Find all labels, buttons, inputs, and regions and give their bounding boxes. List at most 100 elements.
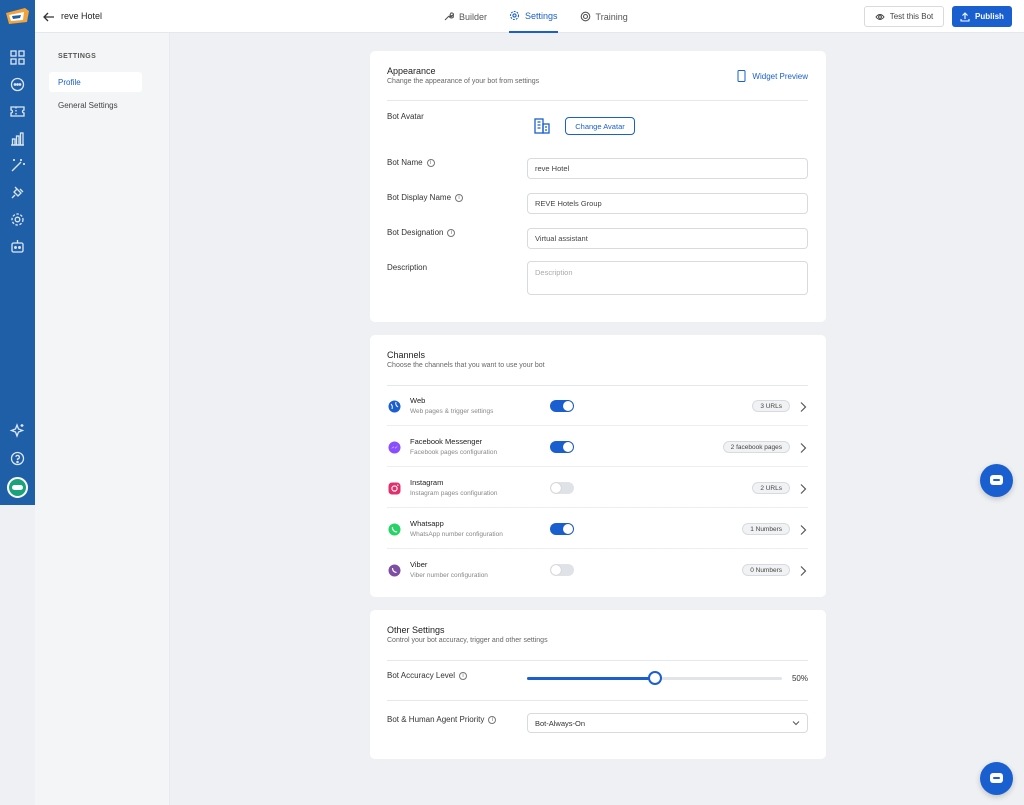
channels-title: Channels: [387, 350, 426, 360]
designation-input[interactable]: [527, 228, 808, 249]
channel-row[interactable]: Whatsapp WhatsApp number configuration 1 N…: [387, 509, 808, 549]
tab-training[interactable]: Training: [580, 0, 628, 33]
dashboard-icon[interactable]: [9, 49, 26, 66]
designation-text: Bot Designation: [387, 228, 444, 237]
other-settings-title: Other Settings: [387, 625, 445, 635]
divider: [387, 660, 808, 661]
left-rail: [0, 0, 35, 505]
messenger-icon: [388, 441, 401, 454]
accuracy-label: Bot Accuracy Level i: [387, 671, 468, 680]
appearance-subtitle: Change the appearance of your bot from s…: [387, 78, 540, 85]
settings-gear-icon[interactable]: [9, 211, 26, 228]
eye-icon: [875, 13, 885, 20]
analytics-icon[interactable]: [9, 130, 26, 147]
whatsapp-icon: [388, 523, 401, 536]
settings-sidebar: SETTINGS Profile General Settings: [35, 33, 170, 805]
designation-label: Bot Designation i: [387, 228, 456, 237]
channel-toggle[interactable]: [550, 523, 574, 535]
accuracy-value: 50%: [791, 674, 808, 683]
help-icon[interactable]: [9, 450, 26, 467]
back-arrow-icon[interactable]: [43, 10, 55, 22]
chat-widget-button[interactable]: [980, 464, 1013, 497]
chevron-right-icon[interactable]: [799, 441, 807, 453]
gear-icon: [509, 10, 520, 21]
sidebar-item-general-settings[interactable]: General Settings: [49, 95, 142, 115]
channels-card: Channels Choose the channels that you wa…: [370, 335, 826, 597]
chat-icon[interactable]: [9, 76, 26, 93]
chevron-right-icon[interactable]: [799, 400, 807, 412]
channel-count-badge: 3 URLs: [752, 400, 790, 412]
instagram-icon: [388, 482, 401, 495]
test-bot-label: Test this Bot: [889, 12, 934, 21]
sidebar-item-profile[interactable]: Profile: [49, 72, 142, 92]
bot-title: reve Hotel: [61, 11, 103, 21]
divider: [387, 700, 808, 701]
sidebar-heading: SETTINGS: [58, 53, 97, 60]
channel-toggle[interactable]: [550, 441, 574, 453]
channels-subtitle: Choose the channels that you want to use…: [387, 362, 545, 369]
publish-button[interactable]: Publish: [952, 6, 1012, 27]
channel-description: Facebook pages configuration: [410, 449, 498, 456]
channel-count-badge: 2 facebook pages: [722, 441, 790, 453]
accuracy-slider[interactable]: [527, 671, 782, 685]
appearance-card: Appearance Change the appearance of your…: [370, 51, 826, 322]
channel-row[interactable]: Web Web pages & trigger settings 3 URLs: [387, 386, 808, 426]
tab-settings[interactable]: Settings: [509, 0, 558, 33]
chevron-right-icon[interactable]: [799, 523, 807, 535]
plug-icon[interactable]: [9, 184, 26, 201]
channel-row[interactable]: Facebook Messenger Facebook pages configu…: [387, 427, 808, 467]
priority-label: Bot & Human Agent Priority i: [387, 715, 497, 724]
info-icon[interactable]: i: [459, 671, 468, 680]
chat-widget-button[interactable]: [980, 762, 1013, 795]
channel-description: Web pages & trigger settings: [410, 408, 494, 415]
bot-avatar-text: Bot Avatar: [387, 112, 424, 121]
slider-thumb[interactable]: [647, 671, 662, 685]
channel-description: Instagram pages configuration: [410, 490, 498, 497]
other-settings-subtitle: Control your bot accuracy, trigger and o…: [387, 637, 548, 644]
info-icon[interactable]: i: [488, 715, 497, 724]
chevron-down-icon: [792, 721, 800, 726]
globe-icon: [388, 400, 401, 413]
chevron-right-icon[interactable]: [799, 564, 807, 576]
appearance-title: Appearance: [387, 66, 436, 76]
channel-description: Viber number configuration: [410, 572, 488, 579]
priority-text: Bot & Human Agent Priority: [387, 715, 485, 724]
channel-toggle[interactable]: [550, 564, 574, 576]
description-input[interactable]: [527, 261, 808, 295]
test-bot-button[interactable]: Test this Bot: [864, 6, 944, 27]
ticket-icon[interactable]: [9, 103, 26, 120]
app-logo-icon[interactable]: [5, 7, 30, 25]
divider: [387, 100, 808, 101]
display-name-text: Bot Display Name: [387, 193, 452, 202]
info-icon[interactable]: i: [426, 158, 435, 167]
channel-count-badge: 1 Numbers: [742, 523, 790, 535]
widget-preview-link[interactable]: Widget Preview: [737, 70, 808, 82]
magic-wand-icon[interactable]: [9, 157, 26, 174]
bot-icon[interactable]: [9, 238, 26, 255]
priority-select[interactable]: Bot-Always-On: [527, 713, 808, 733]
channel-row[interactable]: Instagram Instagram pages configuration 2 …: [387, 468, 808, 508]
channel-name: Facebook Messenger: [410, 437, 483, 446]
channel-row[interactable]: Viber Viber number configuration 0 Numbers: [387, 550, 808, 590]
channel-name: Viber: [410, 560, 428, 569]
accuracy-text: Bot Accuracy Level: [387, 671, 456, 680]
channel-toggle[interactable]: [550, 400, 574, 412]
channel-count-badge: 0 Numbers: [742, 564, 790, 576]
bot-name-label: Bot Name i: [387, 158, 435, 167]
channel-count-badge: 2 URLs: [752, 482, 790, 494]
user-avatar[interactable]: [7, 477, 28, 498]
tab-label: Training: [595, 11, 628, 22]
channel-toggle[interactable]: [550, 482, 574, 494]
chevron-right-icon[interactable]: [799, 482, 807, 494]
top-bar: reve Hotel Builder Settings Training Tes…: [35, 0, 1024, 33]
sparkle-icon[interactable]: [9, 422, 26, 439]
info-icon[interactable]: i: [455, 193, 464, 202]
bot-name-input[interactable]: [527, 158, 808, 179]
wrench-icon: [444, 12, 454, 21]
channel-description: WhatsApp number configuration: [410, 531, 503, 538]
display-name-input[interactable]: [527, 193, 808, 214]
upload-icon: [960, 11, 970, 22]
info-icon[interactable]: i: [447, 228, 456, 237]
change-avatar-button[interactable]: Change Avatar: [565, 117, 635, 135]
tab-builder[interactable]: Builder: [443, 0, 487, 33]
